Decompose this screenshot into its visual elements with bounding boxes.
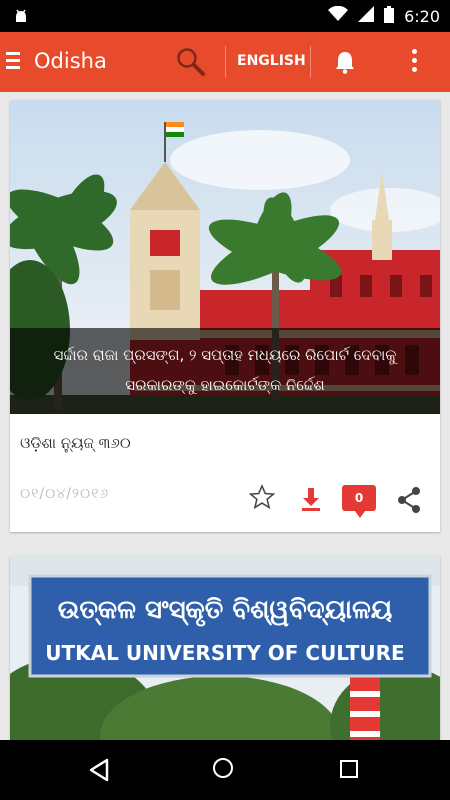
divider (310, 46, 311, 78)
system-navigation-bar (0, 740, 450, 800)
headline-overlay[interactable]: ସର୍ଦ୍ଦାର ରାଜା ପ୍ରସଙ୍ଗ, ୨ ସପ୍ତାହ ମଧ୍ୟରେ ର… (10, 328, 440, 414)
menu-icon[interactable] (6, 52, 20, 72)
sign-text-english: UTKAL UNIVERSITY OF CULTURE (45, 641, 404, 665)
publish-date: ୦୧/୦୪/୨୦୧୬ (20, 486, 110, 502)
share-icon[interactable] (396, 486, 422, 518)
battery-icon (384, 5, 395, 27)
android-notification-icon (12, 7, 30, 29)
overflow-menu-icon[interactable] (412, 49, 418, 76)
notifications-bell-icon[interactable] (334, 50, 356, 78)
news-image[interactable]: ସର୍ଦ୍ଦାର ରାଜା ପ୍ରସଙ୍ଗ, ୨ ସପ୍ତାହ ମଧ୍ୟରେ ର… (10, 100, 440, 414)
wifi-icon (328, 5, 349, 26)
clock: 6:20 (404, 6, 440, 26)
news-source: ଓଡ଼ିଶା ନ୍ୟୁଜ୍ ୩୬୦ (20, 434, 131, 452)
news-image[interactable]: ଉତ୍କଳ ସଂସ୍କୃତି ବିଶ୍ୱବିଦ୍ୟାଳୟ UTKAL UNIVE… (10, 556, 440, 756)
language-toggle-button[interactable]: ENGLISH (237, 53, 306, 69)
status-bar: 6:20 (0, 0, 450, 32)
home-icon[interactable] (213, 758, 233, 778)
favorite-star-icon[interactable] (248, 483, 276, 515)
sign-text-odia: ଉତ୍କଳ ସଂସ୍କୃତି ବିଶ୍ୱବିଦ୍ୟାଳୟ (58, 595, 393, 627)
back-icon[interactable] (88, 758, 110, 786)
news-card[interactable]: ସର୍ଦ୍ଦାର ରାଜା ପ୍ରସଙ୍ଗ, ୨ ସପ୍ତାହ ମଧ୍ୟରେ ର… (10, 100, 440, 532)
headline-line: ସର୍ଦ୍ଦାର ରାଜା ପ୍ରସଙ୍ଗ, ୨ ସପ୍ତାହ ମଧ୍ୟରେ ର… (53, 346, 397, 364)
comment-count-badge[interactable]: 0 (342, 485, 376, 518)
news-card[interactable]: ଉତ୍କଳ ସଂସ୍କୃତି ବିଶ୍ୱବିଦ୍ୟାଳୟ UTKAL UNIVE… (10, 556, 440, 756)
divider (225, 46, 226, 78)
recent-apps-icon[interactable] (340, 760, 358, 778)
headline-line: ସରକାରଙ୍କୁ ହାଇକୋର୍ଟଙ୍କ ନିର୍ଦ୍ଦେଶ (125, 376, 325, 394)
search-icon[interactable] (175, 46, 207, 82)
signal-icon (358, 6, 375, 26)
download-icon[interactable] (300, 486, 322, 516)
app-bar: Odisha ENGLISH (0, 32, 450, 92)
app-title: Odisha (34, 49, 107, 73)
